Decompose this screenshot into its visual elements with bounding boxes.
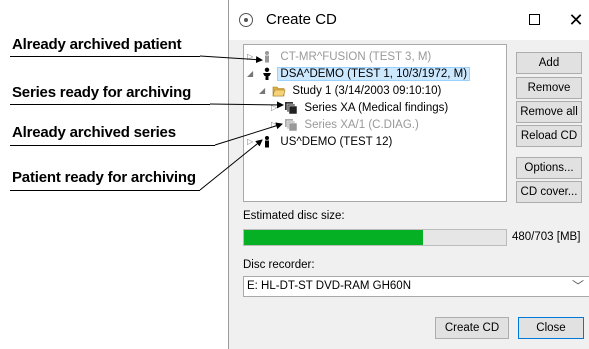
disc-recorder-select[interactable]: E: HL-DT-ST DVD-RAM GH60N ﹀ — [243, 276, 589, 297]
patient-icon — [265, 136, 270, 148]
cd-app-icon — [239, 13, 253, 27]
tree-node-series[interactable]: ▷ Series XA/1 (C.DIAG.) — [271, 117, 419, 133]
annotation-underline — [10, 190, 200, 191]
annotation-archived-patient: Already archived patient — [12, 36, 182, 53]
disc-recorder-label: Disc recorder: — [243, 259, 315, 271]
archive-tree[interactable]: ▷ CT-MR^FUSION (TEST 3, M) ◢ DSA^DEMO (T… — [243, 44, 507, 202]
tree-node-patient[interactable]: ▷ US^DEMO (TEST 12) — [247, 134, 392, 150]
cd-cover-button[interactable]: CD cover... — [516, 181, 582, 203]
close-button[interactable]: Close — [518, 317, 584, 339]
remove-button[interactable]: Remove — [516, 77, 582, 99]
tree-node-label: DSA^DEMO (TEST 1, 10/3/1972, M) — [277, 67, 471, 81]
create-cd-dialog: Create CD ✕ ▷ CT-MR^FUSION (TEST 3, M) ◢… — [228, 0, 589, 349]
collapse-icon[interactable]: ◢ — [247, 66, 257, 82]
tree-node-patient[interactable]: ▷ CT-MR^FUSION (TEST 3, M) — [247, 49, 431, 65]
annotation-underline — [10, 56, 200, 57]
annotation-archived-series: Already archived series — [12, 124, 176, 141]
patient-archived-icon — [265, 51, 270, 63]
disc-recorder-value: E: HL-DT-ST DVD-RAM GH60N — [247, 280, 412, 292]
series-archived-icon — [285, 119, 298, 132]
expand-icon[interactable]: ▷ — [247, 49, 257, 65]
disc-size-label: Estimated disc size: — [243, 210, 345, 222]
expand-icon[interactable]: ▷ — [247, 134, 257, 150]
expand-icon[interactable]: ▷ — [271, 100, 281, 116]
tree-node-label: Series XA/1 (C.DIAG.) — [304, 119, 419, 131]
disc-usage-fill — [244, 230, 423, 245]
tree-node-patient[interactable]: ◢ DSA^DEMO (TEST 1, 10/3/1972, M) — [247, 66, 471, 82]
tree-node-series[interactable]: ▷ Series XA (Medical findings) — [271, 100, 448, 116]
create-cd-button[interactable]: Create CD — [435, 317, 509, 339]
disc-usage-text: 480/703 [MB] — [512, 231, 581, 243]
tree-node-label: Study 1 (3/14/2003 09:10:10) — [292, 85, 442, 97]
tree-node-label: US^DEMO (TEST 12) — [280, 136, 393, 148]
annotation-underline — [10, 145, 215, 146]
annotation-underline — [10, 104, 210, 105]
tree-node-study[interactable]: ◢ Study 1 (3/14/2003 09:10:10) — [259, 83, 441, 99]
remove-all-button[interactable]: Remove all — [516, 101, 582, 123]
close-window-button[interactable]: ✕ — [564, 8, 588, 32]
series-icon — [285, 102, 298, 115]
reload-cd-button[interactable]: Reload CD — [516, 125, 582, 147]
tree-node-label: CT-MR^FUSION (TEST 3, M) — [280, 51, 432, 63]
maximize-icon — [528, 14, 540, 26]
expand-icon[interactable]: ▷ — [271, 117, 281, 133]
annotation-patient-ready: Patient ready for archiving — [12, 169, 196, 186]
collapse-icon[interactable]: ◢ — [259, 83, 269, 99]
options-button[interactable]: Options... — [516, 157, 582, 179]
annotation-series-ready: Series ready for archiving — [12, 84, 192, 101]
window-title: Create CD — [266, 11, 337, 28]
maximize-button[interactable] — [522, 8, 546, 32]
disc-usage-bar — [243, 229, 507, 246]
add-button[interactable]: Add — [516, 52, 582, 74]
tree-node-label: Series XA (Medical findings) — [304, 102, 449, 114]
patient-icon — [263, 67, 272, 80]
chevron-down-icon: ﹀ — [571, 279, 584, 293]
folder-open-icon — [272, 86, 286, 97]
title-bar: Create CD ✕ — [229, 0, 589, 40]
